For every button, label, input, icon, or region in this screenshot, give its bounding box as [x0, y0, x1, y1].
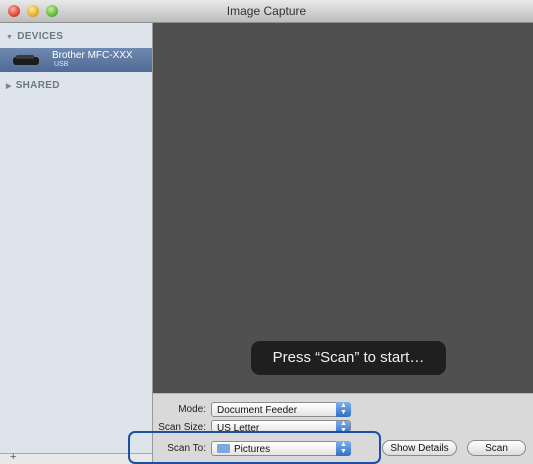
device-name: Brother MFC-XXX — [52, 50, 133, 61]
scanner-icon — [13, 55, 39, 65]
popup-arrows-icon: ▲ ▼ — [336, 402, 351, 417]
scan-prompt: Press “Scan” to start… — [251, 341, 446, 375]
devices-section-header[interactable]: ▼ DEVICES — [6, 31, 63, 42]
scan-button[interactable]: Scan — [467, 440, 526, 456]
sidebar-item-scanner[interactable]: Brother MFC-XXX USB — [0, 48, 152, 72]
scan-to-highlight — [128, 431, 381, 464]
device-connection: USB — [54, 61, 69, 68]
mode-popup[interactable]: Document Feeder ▲ ▼ — [211, 402, 351, 417]
mode-value: Document Feeder — [217, 405, 298, 416]
add-device-button[interactable]: + — [10, 451, 16, 463]
show-details-button[interactable]: Show Details — [382, 440, 457, 456]
sidebar: ▼ DEVICES Brother MFC-XXX USB ▶ SHARED + — [0, 23, 153, 464]
title-bar[interactable]: Image Capture — [0, 0, 533, 23]
image-capture-window: Image Capture ▼ DEVICES Brother MFC-XXX U… — [0, 0, 533, 464]
mode-label: Mode: — [178, 404, 206, 415]
scan-preview-area: Press “Scan” to start… — [153, 23, 533, 393]
shared-label: SHARED — [15, 80, 60, 91]
disclosure-closed-icon: ▶ — [6, 83, 12, 90]
window-title: Image Capture — [226, 4, 307, 18]
shared-section-header[interactable]: ▶ SHARED — [6, 80, 60, 91]
disclosure-open-icon: ▼ — [6, 34, 14, 41]
devices-label: DEVICES — [17, 31, 64, 42]
